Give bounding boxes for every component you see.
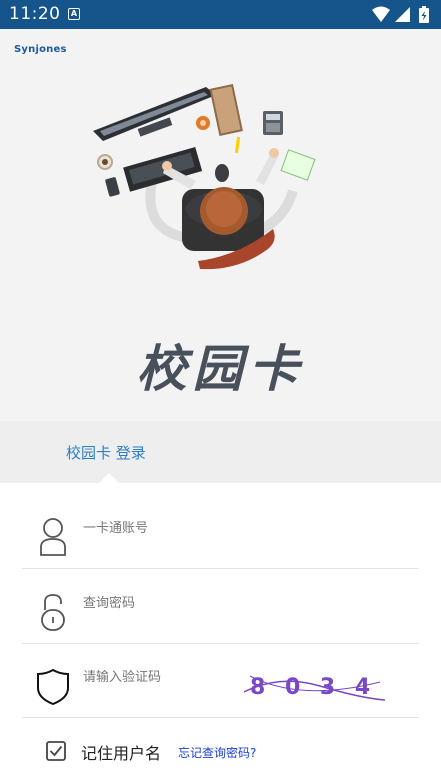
wifi-icon	[372, 6, 390, 22]
brand-logo: Synjones	[14, 44, 67, 55]
remember-username-label[interactable]: 记住用户名	[81, 740, 161, 764]
desk-illustration	[93, 84, 316, 270]
remember-checkbox[interactable]	[46, 741, 66, 761]
password-input[interactable]	[83, 596, 283, 611]
status-time: 11:20	[9, 4, 61, 24]
calculator-icon	[263, 111, 283, 135]
status-icons	[372, 6, 429, 23]
forgot-password-link[interactable]: 忘记查询密码?	[178, 744, 256, 761]
shield-icon	[37, 668, 69, 706]
captcha-image[interactable]: 8 0 3 4 4	[240, 662, 405, 708]
captcha-row: 8 0 3 4 4	[22, 644, 419, 718]
battery-charging-icon	[419, 6, 429, 23]
cellular-signal-icon	[395, 7, 410, 22]
account-row	[22, 495, 419, 569]
status-bar: 11:20 A	[0, 0, 441, 29]
notification-badge-icon: A	[68, 8, 80, 20]
padlock-icon	[41, 594, 65, 631]
captcha-graphic: 8 0 3 4 4	[243, 675, 405, 701]
password-row	[22, 570, 419, 644]
monitor-icon	[93, 87, 216, 141]
page-title: 校园卡	[136, 339, 305, 398]
remember-row: 记住用户名 忘记查询密码?	[0, 737, 441, 767]
hero-banner: Synjones 校园卡	[0, 29, 441, 421]
tab-campus-card-login[interactable]: 校园卡 登录	[66, 442, 146, 463]
tab-active-indicator	[99, 473, 119, 483]
account-input[interactable]	[83, 521, 283, 536]
login-tab-bar: 校园卡 登录	[0, 421, 441, 483]
captcha-text: 8 0 3 4 4	[250, 675, 388, 700]
user-icon	[40, 518, 66, 556]
